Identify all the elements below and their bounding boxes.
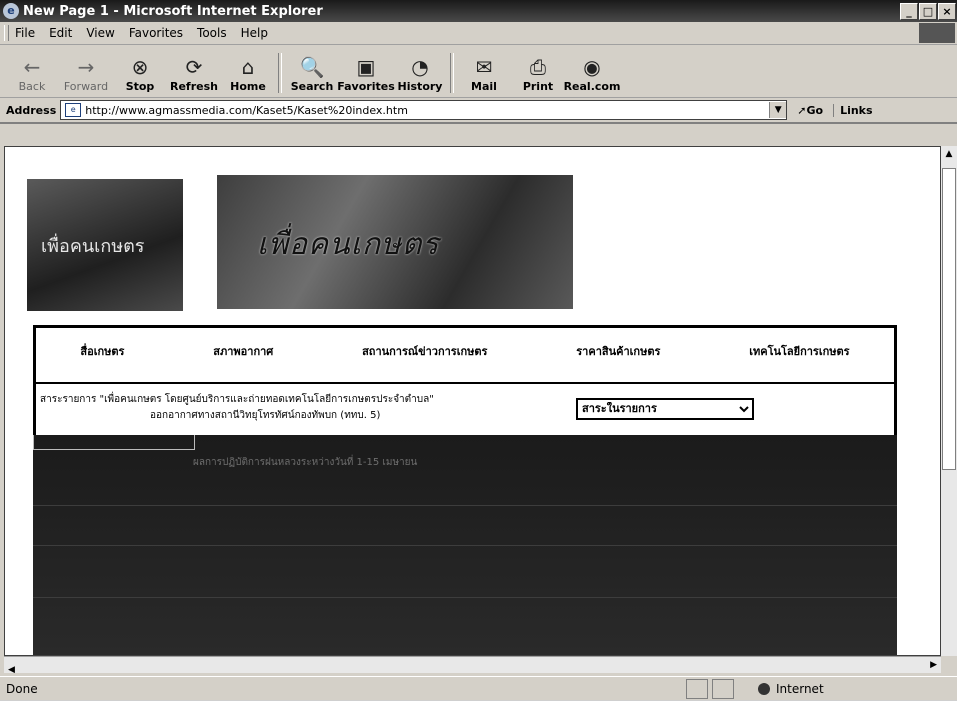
address-dropdown-icon[interactable]: ▼	[769, 102, 787, 118]
vertical-scrollbar[interactable]: ▲	[941, 146, 957, 656]
site-logo[interactable]: เพื่อคนเกษตร	[27, 179, 183, 311]
scroll-left-icon[interactable]: ◀	[4, 665, 19, 675]
content-headline: ผลการปฏิบัติการฝนหลวงระหว่างวันที่ 1-15 …	[193, 457, 418, 468]
address-url[interactable]: http://www.agmassmedia.com/Kaset5/Kaset%…	[85, 104, 769, 117]
status-text: Done	[6, 682, 38, 696]
history-button[interactable]: ◔ History	[396, 54, 444, 97]
ie-logo-icon: e	[3, 3, 19, 19]
home-icon: ⌂	[241, 55, 255, 79]
stop-icon: ⊗	[131, 55, 149, 79]
menu-file[interactable]: File	[15, 26, 35, 40]
menu-bar: File Edit View Favorites Tools Help	[0, 22, 957, 45]
dark-content-area: ผลการปฏิบัติการฝนหลวงระหว่างวันที่ 1-15 …	[33, 435, 897, 655]
refresh-icon: ⟳	[185, 55, 203, 79]
navigation-panel: สื่อเกษตร สภาพอากาศ สถานการณ์ข่าวการเกษต…	[33, 325, 897, 441]
address-label: Address	[6, 103, 57, 117]
title-bar: e New Page 1 - Microsoft Internet Explor…	[0, 0, 957, 22]
favorites-button[interactable]: ▣ Favorites	[337, 54, 394, 97]
status-bar: Done Internet	[0, 676, 957, 701]
search-icon: 🔍	[299, 55, 325, 79]
scroll-right-icon[interactable]: ▶	[926, 657, 941, 673]
security-zone: Internet	[758, 682, 824, 696]
content-tab[interactable]	[33, 435, 195, 450]
menu-view[interactable]: View	[86, 26, 114, 40]
info-line-1: สาระรายการ "เพื่อคนเกษตร โดยศูนย์บริการแ…	[40, 394, 434, 405]
browser-window: e New Page 1 - Microsoft Internet Explor…	[0, 0, 957, 700]
page-viewport: เพื่อคนเกษตร เพื่อคนเกษตร สื่อเกษตร สภาพ…	[4, 146, 941, 656]
minimize-button[interactable]: _	[900, 2, 918, 20]
menu-favorites[interactable]: Favorites	[129, 26, 183, 40]
search-button[interactable]: 🔍 Search	[288, 54, 336, 97]
realcom-button[interactable]: ◉ Real.com	[564, 54, 621, 97]
go-button[interactable]: ➚Go	[797, 104, 823, 117]
back-arrow-icon: ←	[23, 55, 41, 79]
forward-arrow-icon: →	[77, 55, 95, 79]
close-button[interactable]: ×	[938, 2, 956, 20]
mail-button[interactable]: ✉ Mail	[460, 54, 508, 97]
nav-media[interactable]: สื่อเกษตร	[80, 342, 124, 360]
forward-button[interactable]: → Forward	[62, 54, 110, 97]
info-line-2: ออกอากาศทางสถานีวิทยุโทรทัศน์กองทัพบก (ท…	[150, 410, 381, 421]
program-description: สาระรายการ "เพื่อคนเกษตร โดยศูนย์บริการแ…	[40, 392, 570, 424]
home-button[interactable]: ⌂ Home	[224, 54, 272, 97]
back-button[interactable]: ← Back	[8, 54, 56, 97]
logo-text: เพื่อคนเกษตร	[41, 236, 145, 257]
zone-label: Internet	[776, 682, 824, 696]
stop-button[interactable]: ⊗ Stop	[116, 54, 164, 97]
scroll-thumb[interactable]	[942, 168, 956, 470]
horizontal-scrollbar[interactable]: ◀ ▶	[4, 656, 941, 675]
nav-news[interactable]: สถานการณ์ข่าวการเกษตร	[362, 342, 487, 360]
refresh-button[interactable]: ⟳ Refresh	[170, 54, 218, 97]
maximize-button[interactable]: □	[919, 2, 937, 20]
nav-weather[interactable]: สภาพอากาศ	[213, 342, 273, 360]
menu-edit[interactable]: Edit	[49, 26, 72, 40]
page-icon: e	[65, 103, 82, 117]
program-content-select[interactable]: สาระในรายการ	[576, 398, 754, 420]
realplayer-icon: ◉	[583, 55, 601, 79]
address-bar: Address e http://www.agmassmedia.com/Kas…	[0, 98, 957, 124]
windows-flag-icon	[919, 23, 955, 43]
toolbar: ← Back → Forward ⊗ Stop ⟳ Refresh ⌂ Home 🔍 Sea…	[0, 45, 957, 98]
menu-tools[interactable]: Tools	[197, 26, 227, 40]
site-banner: เพื่อคนเกษตร	[217, 175, 573, 309]
nav-technology[interactable]: เทคโนโลยีการเกษตร	[749, 342, 849, 360]
window-title: New Page 1 - Microsoft Internet Explorer	[23, 3, 323, 19]
printer-icon: ⎙	[530, 55, 546, 79]
links-button[interactable]: Links	[833, 103, 873, 117]
mail-icon: ✉	[475, 55, 493, 79]
history-icon: ◔	[411, 55, 429, 79]
scroll-up-icon[interactable]: ▲	[941, 146, 957, 162]
globe-icon	[758, 683, 770, 695]
address-field[interactable]: e http://www.agmassmedia.com/Kaset5/Kase…	[60, 100, 788, 120]
print-button[interactable]: ⎙ Print	[514, 54, 562, 97]
nav-prices[interactable]: ราคาสินค้าเกษตร	[576, 342, 660, 360]
menu-help[interactable]: Help	[241, 26, 268, 40]
banner-text: เพื่อคนเกษตร	[257, 227, 440, 262]
favorites-folder-icon: ▣	[356, 55, 376, 79]
